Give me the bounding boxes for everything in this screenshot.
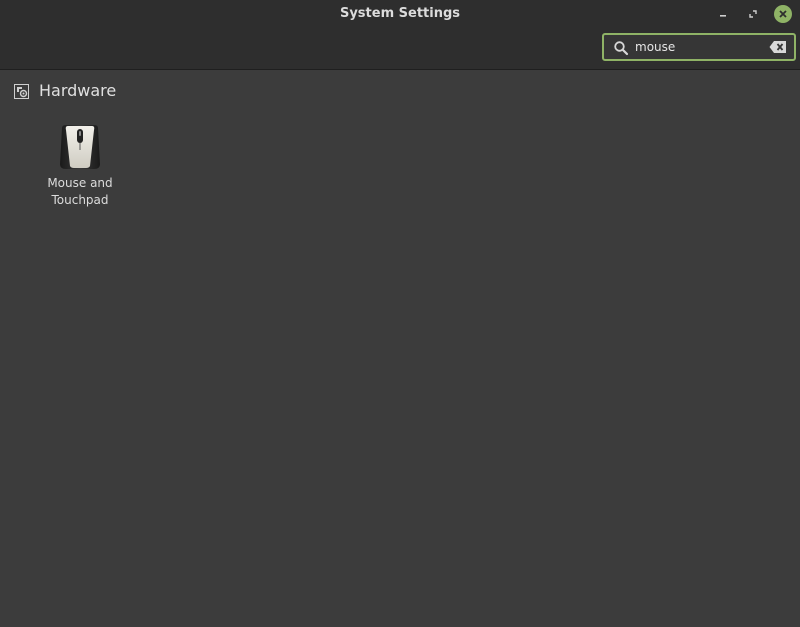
maximize-icon xyxy=(749,10,757,18)
category-title: Hardware xyxy=(39,81,117,100)
minimize-button[interactable] xyxy=(714,5,732,23)
hardware-category-icon xyxy=(14,83,29,99)
header-bar: System Settings xyxy=(0,0,800,70)
mouse-icon xyxy=(60,125,100,169)
clear-search-icon[interactable] xyxy=(769,40,787,54)
applet-mouse-and-touchpad[interactable]: Mouse and Touchpad xyxy=(40,120,120,212)
category-header-hardware: Hardware xyxy=(14,80,116,102)
search-input[interactable] xyxy=(635,37,763,57)
close-button[interactable] xyxy=(774,5,792,23)
search-icon xyxy=(614,41,629,56)
applet-label-line2: Touchpad xyxy=(51,193,109,207)
close-icon xyxy=(779,10,787,18)
minimize-icon xyxy=(720,15,726,17)
window-title: System Settings xyxy=(339,6,461,21)
applet-label-line1: Mouse and xyxy=(47,176,113,190)
applet-label: Mouse and Touchpad xyxy=(40,175,120,209)
search-entry[interactable] xyxy=(602,33,796,61)
settings-window: System Settings mouse Hardware Mouse and… xyxy=(0,0,800,627)
maximize-button[interactable] xyxy=(744,5,762,23)
